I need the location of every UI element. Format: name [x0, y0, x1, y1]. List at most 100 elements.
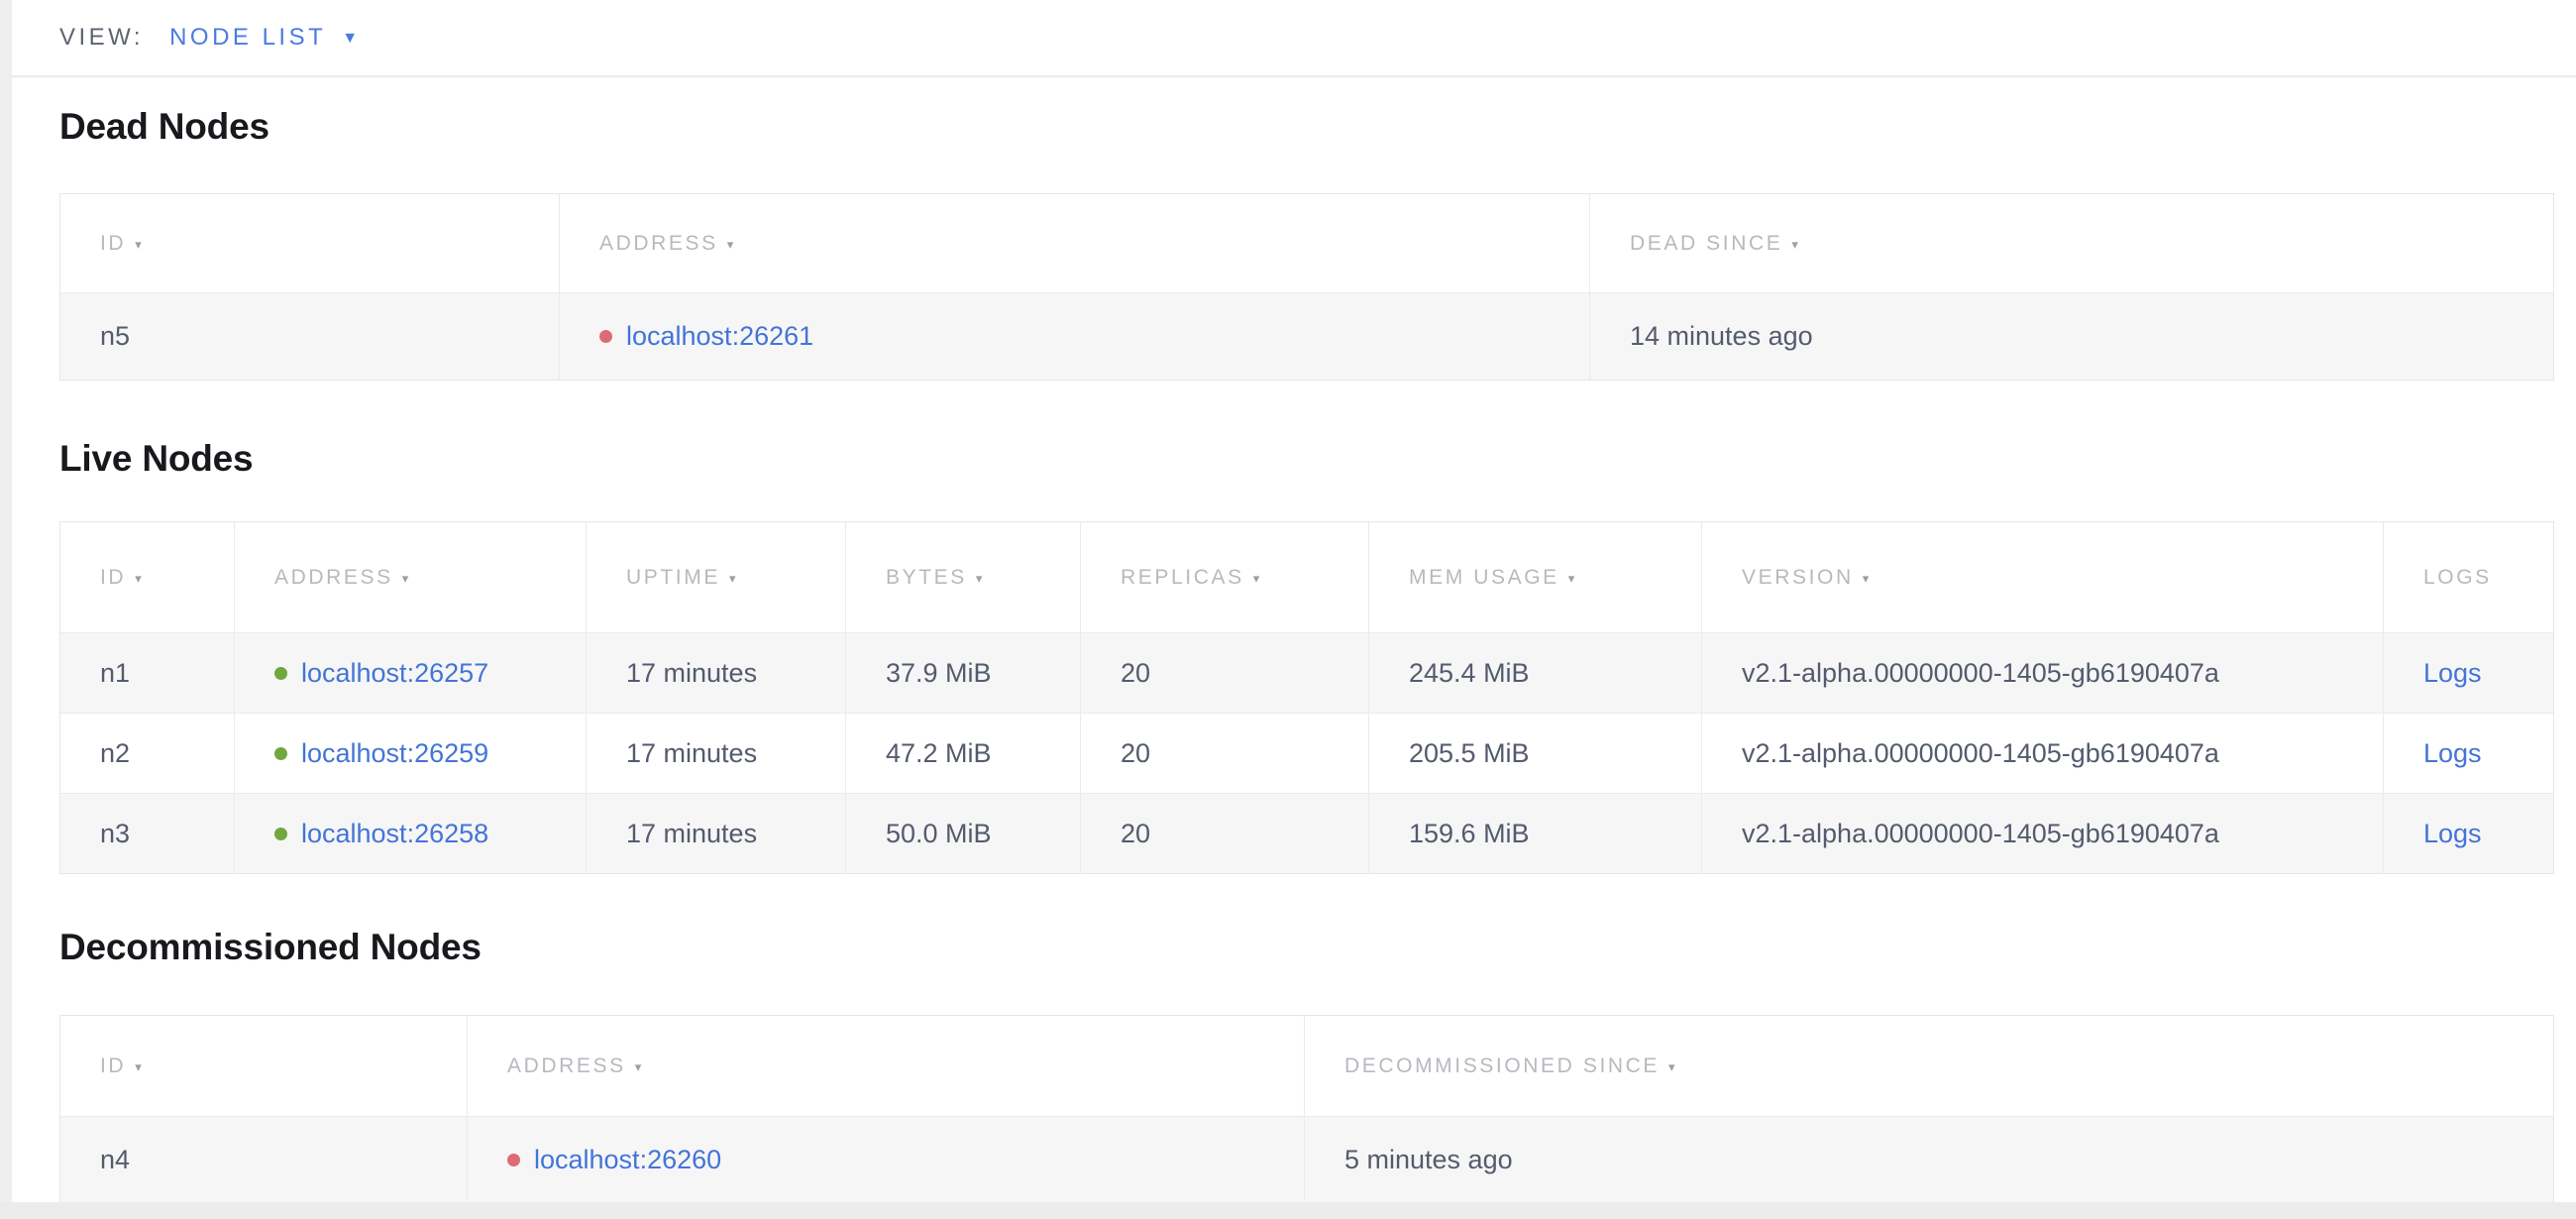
- node-address-cell: localhost:26259: [234, 714, 586, 793]
- node-id-cell: n1: [60, 633, 234, 713]
- bytes-cell: 50.0 MiB: [845, 794, 1080, 873]
- column-header-address[interactable]: ADDRESS ▾: [467, 1016, 1304, 1116]
- bottom-strip: [0, 1202, 2576, 1219]
- live-nodes-heading: Live Nodes: [59, 437, 2576, 481]
- dead-nodes-table: ID ▾ ADDRESS ▾ DEAD SINCE ▾ n5 localhost…: [59, 193, 2554, 381]
- node-address-cell: localhost:26260: [467, 1117, 1304, 1203]
- logs-cell: Logs: [2383, 633, 2553, 713]
- column-header-id[interactable]: ID ▾: [60, 194, 559, 292]
- node-id-cell: n2: [60, 714, 234, 793]
- node-address-link[interactable]: localhost:26260: [534, 1145, 721, 1175]
- dead-since-cell: 14 minutes ago: [1589, 293, 2553, 380]
- view-selected-value: NODE LIST: [169, 24, 326, 52]
- sort-arrow-icon: ▾: [135, 571, 142, 587]
- column-header-label: ADDRESS: [507, 1054, 626, 1078]
- column-header-label: MEM USAGE: [1409, 566, 1559, 590]
- node-address-link[interactable]: localhost:26257: [301, 658, 488, 689]
- column-header-label: REPLICAS: [1121, 566, 1244, 590]
- column-header-label: ADDRESS: [274, 566, 393, 590]
- node-address-link[interactable]: localhost:26259: [301, 738, 488, 769]
- column-header-label: DECOMMISSIONED SINCE: [1344, 1054, 1660, 1078]
- table-row: n4 localhost:26260 5 minutes ago: [60, 1116, 2553, 1203]
- column-header-label: ID: [100, 566, 126, 590]
- sort-arrow-icon: ▾: [1668, 1059, 1675, 1075]
- node-address-cell: localhost:26258: [234, 794, 586, 873]
- column-header-uptime[interactable]: UPTIME ▾: [586, 522, 845, 632]
- view-bar: VIEW: NODE LIST ▼: [12, 0, 2576, 77]
- node-id-cell: n5: [60, 293, 559, 380]
- left-edge-strip: [0, 0, 12, 1219]
- bytes-cell: 47.2 MiB: [845, 714, 1080, 793]
- column-header-label: ID: [100, 232, 126, 256]
- logs-cell: Logs: [2383, 794, 2553, 873]
- column-header-replicas[interactable]: REPLICAS ▾: [1080, 522, 1368, 632]
- node-address-cell: localhost:26261: [559, 293, 1589, 380]
- replicas-cell: 20: [1080, 714, 1368, 793]
- bytes-cell: 37.9 MiB: [845, 633, 1080, 713]
- sort-arrow-icon: ▾: [635, 1059, 642, 1075]
- dead-nodes-section: Dead Nodes ID ▾ ADDRESS ▾ DEAD SINCE ▾ n…: [59, 105, 2576, 381]
- sort-arrow-icon: ▾: [1791, 237, 1798, 253]
- column-header-label: DEAD SINCE: [1630, 232, 1782, 256]
- node-list-page: Dead Nodes ID ▾ ADDRESS ▾ DEAD SINCE ▾ n…: [12, 105, 2576, 1204]
- view-selector-dropdown[interactable]: NODE LIST ▼: [169, 24, 358, 52]
- replicas-cell: 20: [1080, 633, 1368, 713]
- live-nodes-table: ID ▾ ADDRESS ▾ UPTIME ▾ BYTES ▾ REPLICAS: [59, 521, 2554, 874]
- table-row: n1 localhost:26257 17 minutes 37.9 MiB 2…: [60, 632, 2553, 713]
- column-header-label: ID: [100, 1054, 126, 1078]
- table-header-row: ID ▾ ADDRESS ▾ DECOMMISSIONED SINCE ▾: [60, 1016, 2553, 1116]
- column-header-address[interactable]: ADDRESS ▾: [234, 522, 586, 632]
- column-header-id[interactable]: ID ▾: [60, 1016, 467, 1116]
- node-address-link[interactable]: localhost:26258: [301, 819, 488, 849]
- column-header-label: BYTES: [886, 566, 967, 590]
- version-cell: v2.1-alpha.00000000-1405-gb6190407a: [1701, 794, 2383, 873]
- column-header-label: VERSION: [1742, 566, 1854, 590]
- sort-arrow-icon: ▾: [1253, 571, 1260, 587]
- version-cell: v2.1-alpha.00000000-1405-gb6190407a: [1701, 633, 2383, 713]
- uptime-cell: 17 minutes: [586, 633, 845, 713]
- sort-arrow-icon: ▾: [729, 571, 736, 587]
- sort-arrow-icon: ▾: [976, 571, 983, 587]
- column-header-logs: LOGS: [2383, 522, 2553, 632]
- table-header-row: ID ▾ ADDRESS ▾ DEAD SINCE ▾: [60, 194, 2553, 292]
- column-header-dead-since[interactable]: DEAD SINCE ▾: [1589, 194, 2553, 292]
- node-address-link[interactable]: localhost:26261: [626, 321, 813, 352]
- replicas-cell: 20: [1080, 794, 1368, 873]
- live-status-dot-icon: [274, 747, 287, 760]
- table-row: n2 localhost:26259 17 minutes 47.2 MiB 2…: [60, 713, 2553, 793]
- chevron-down-icon: ▼: [342, 30, 358, 48]
- logs-link[interactable]: Logs: [2423, 738, 2482, 769]
- decommissioned-nodes-heading: Decommissioned Nodes: [59, 926, 2576, 969]
- column-header-address[interactable]: ADDRESS ▾: [559, 194, 1589, 292]
- table-row: n3 localhost:26258 17 minutes 50.0 MiB 2…: [60, 793, 2553, 873]
- column-header-bytes[interactable]: BYTES ▾: [845, 522, 1080, 632]
- logs-link[interactable]: Logs: [2423, 819, 2482, 849]
- sort-arrow-icon: ▾: [727, 237, 734, 253]
- column-header-label: UPTIME: [626, 566, 720, 590]
- mem-usage-cell: 159.6 MiB: [1368, 794, 1701, 873]
- table-row: n5 localhost:26261 14 minutes ago: [60, 292, 2553, 380]
- column-header-id[interactable]: ID ▾: [60, 522, 234, 632]
- logs-link[interactable]: Logs: [2423, 658, 2482, 689]
- logs-cell: Logs: [2383, 714, 2553, 793]
- sort-arrow-icon: ▾: [135, 237, 142, 253]
- sort-arrow-icon: ▾: [402, 571, 409, 587]
- column-header-decommissioned-since[interactable]: DECOMMISSIONED SINCE ▾: [1304, 1016, 2553, 1116]
- decommissioned-nodes-section: Decommissioned Nodes ID ▾ ADDRESS ▾ DECO…: [59, 926, 2576, 1204]
- column-header-version[interactable]: VERSION ▾: [1701, 522, 2383, 632]
- view-label: VIEW:: [59, 24, 144, 52]
- live-status-dot-icon: [274, 667, 287, 680]
- column-header-label: LOGS: [2423, 566, 2492, 590]
- mem-usage-cell: 245.4 MiB: [1368, 633, 1701, 713]
- decommissioned-status-dot-icon: [507, 1154, 520, 1166]
- column-header-mem-usage[interactable]: MEM USAGE ▾: [1368, 522, 1701, 632]
- sort-arrow-icon: ▾: [135, 1059, 142, 1075]
- dead-status-dot-icon: [599, 330, 612, 343]
- node-id-cell: n3: [60, 794, 234, 873]
- decommissioned-since-cell: 5 minutes ago: [1304, 1117, 2553, 1203]
- dead-nodes-heading: Dead Nodes: [59, 105, 2576, 149]
- node-id-cell: n4: [60, 1117, 467, 1203]
- decommissioned-nodes-table: ID ▾ ADDRESS ▾ DECOMMISSIONED SINCE ▾ n4…: [59, 1015, 2554, 1204]
- sort-arrow-icon: ▾: [1863, 571, 1870, 587]
- node-address-cell: localhost:26257: [234, 633, 586, 713]
